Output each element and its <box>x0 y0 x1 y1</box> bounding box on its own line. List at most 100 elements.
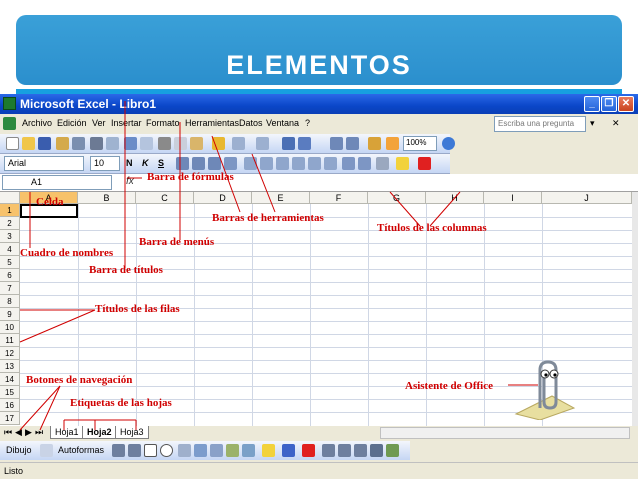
align-right-icon[interactable] <box>208 157 221 170</box>
format-painter-icon[interactable] <box>212 137 225 150</box>
sort-asc-icon[interactable] <box>330 137 343 150</box>
sum-icon[interactable] <box>298 137 311 150</box>
dash-style-icon[interactable] <box>338 444 351 457</box>
sort-desc-icon[interactable] <box>346 137 359 150</box>
menu-herramientas[interactable]: Herramientas <box>185 118 239 128</box>
zoom-select[interactable]: 100% <box>403 136 437 151</box>
horizontal-scrollbar[interactable] <box>380 427 630 439</box>
doc-close-icon[interactable]: ✕ <box>612 118 620 129</box>
copy-icon[interactable] <box>174 137 187 150</box>
menu-formato[interactable]: Formato <box>146 118 180 128</box>
sheet-tab-hoja3[interactable]: Hoja3 <box>115 426 149 439</box>
column-header[interactable]: B <box>78 192 136 204</box>
menu-insertar[interactable]: Insertar <box>111 118 142 128</box>
picture-icon[interactable] <box>242 444 255 457</box>
font-size-select[interactable]: 10 <box>90 156 120 171</box>
column-header[interactable]: D <box>194 192 252 204</box>
textbox-icon[interactable] <box>178 444 191 457</box>
oval-icon[interactable] <box>160 444 173 457</box>
row-header[interactable]: 10 <box>0 321 20 334</box>
font-select[interactable]: Arial <box>4 156 84 171</box>
email-icon[interactable] <box>72 137 85 150</box>
row-header[interactable]: 2 <box>0 217 20 230</box>
excel-app-icon[interactable] <box>3 97 16 110</box>
underline-button[interactable]: S <box>158 158 164 168</box>
paste-icon[interactable] <box>190 137 203 150</box>
menu-edicion[interactable]: Edición <box>57 118 87 128</box>
column-header[interactable]: C <box>136 192 194 204</box>
close-button[interactable]: ✕ <box>618 96 634 112</box>
borders-icon[interactable] <box>376 157 389 170</box>
hyperlink-icon[interactable] <box>282 137 295 150</box>
row-header[interactable]: 7 <box>0 282 20 295</box>
select-arrow-icon[interactable] <box>40 444 53 457</box>
italic-button[interactable]: K <box>142 158 149 168</box>
decrease-decimal-icon[interactable] <box>324 157 337 170</box>
line-icon[interactable] <box>112 444 125 457</box>
bold-button[interactable]: N <box>126 158 133 168</box>
next-sheet-button[interactable]: ▶ <box>25 427 32 438</box>
preview-icon[interactable] <box>106 137 119 150</box>
research-icon[interactable] <box>140 137 153 150</box>
fx-icon[interactable]: fx <box>126 176 134 187</box>
menu-help[interactable]: ? <box>305 118 310 128</box>
draw-fill-color-icon[interactable] <box>262 444 275 457</box>
column-header[interactable]: G <box>368 192 426 204</box>
increase-decimal-icon[interactable] <box>308 157 321 170</box>
row-header[interactable]: 5 <box>0 256 20 269</box>
autoshapes-menu[interactable]: Autoformas <box>58 445 104 455</box>
ask-question-input[interactable]: Escriba una pregunta <box>494 116 586 132</box>
help-icon[interactable] <box>442 137 455 150</box>
menu-datos[interactable]: Datos <box>239 118 263 128</box>
wordart-icon[interactable] <box>194 444 207 457</box>
diagram-icon[interactable] <box>210 444 223 457</box>
currency-icon[interactable] <box>244 157 257 170</box>
sheet-tab-hoja2[interactable]: Hoja2 <box>82 426 117 439</box>
vertical-scrollbar[interactable] <box>632 192 638 440</box>
row-header[interactable]: 11 <box>0 334 20 347</box>
column-header[interactable]: J <box>542 192 632 204</box>
font-color-icon[interactable] <box>418 157 431 170</box>
draw-font-color-icon[interactable] <box>302 444 315 457</box>
row-header[interactable]: 12 <box>0 347 20 360</box>
last-sheet-button[interactable]: ⏭ <box>35 427 43 438</box>
first-sheet-button[interactable]: ⏮ <box>4 427 12 438</box>
workbook-icon[interactable] <box>3 117 16 130</box>
save-icon[interactable] <box>38 137 51 150</box>
sheet-tab-hoja1[interactable]: Hoja1 <box>50 426 84 439</box>
row-header[interactable]: 16 <box>0 399 20 412</box>
clipart-icon[interactable] <box>226 444 239 457</box>
row-header[interactable]: 9 <box>0 308 20 321</box>
ask-dropdown-icon[interactable]: ▾ <box>590 118 595 129</box>
new-icon[interactable] <box>6 137 19 150</box>
merge-center-icon[interactable] <box>224 157 237 170</box>
undo-icon[interactable] <box>232 137 245 150</box>
shadow-icon[interactable] <box>370 444 383 457</box>
rectangle-icon[interactable] <box>144 444 157 457</box>
prev-sheet-button[interactable]: ◀ <box>15 427 22 438</box>
decrease-indent-icon[interactable] <box>342 157 355 170</box>
office-assistant-clippy[interactable] <box>512 356 576 420</box>
row-header[interactable]: 4 <box>0 243 20 256</box>
column-header[interactable]: F <box>310 192 368 204</box>
arrow-icon[interactable] <box>128 444 141 457</box>
cut-icon[interactable] <box>158 137 171 150</box>
print-icon[interactable] <box>90 137 103 150</box>
spelling-icon[interactable] <box>124 137 137 150</box>
line-style-icon[interactable] <box>322 444 335 457</box>
column-header[interactable]: E <box>252 192 310 204</box>
chart-wizard-icon[interactable] <box>368 137 381 150</box>
align-left-icon[interactable] <box>176 157 189 170</box>
align-center-icon[interactable] <box>192 157 205 170</box>
menu-ventana[interactable]: Ventana <box>266 118 299 128</box>
row-header[interactable]: 3 <box>0 230 20 243</box>
drawing-icon[interactable] <box>386 137 399 150</box>
percent-icon[interactable] <box>260 157 273 170</box>
fill-color-icon[interactable] <box>396 157 409 170</box>
draw-menu[interactable]: Dibujo <box>6 445 32 455</box>
thousands-icon[interactable] <box>276 157 289 170</box>
row-header[interactable]: 17 <box>0 412 20 425</box>
restore-button[interactable]: ❐ <box>601 96 617 112</box>
euro-icon[interactable] <box>292 157 305 170</box>
row-header[interactable]: 8 <box>0 295 20 308</box>
